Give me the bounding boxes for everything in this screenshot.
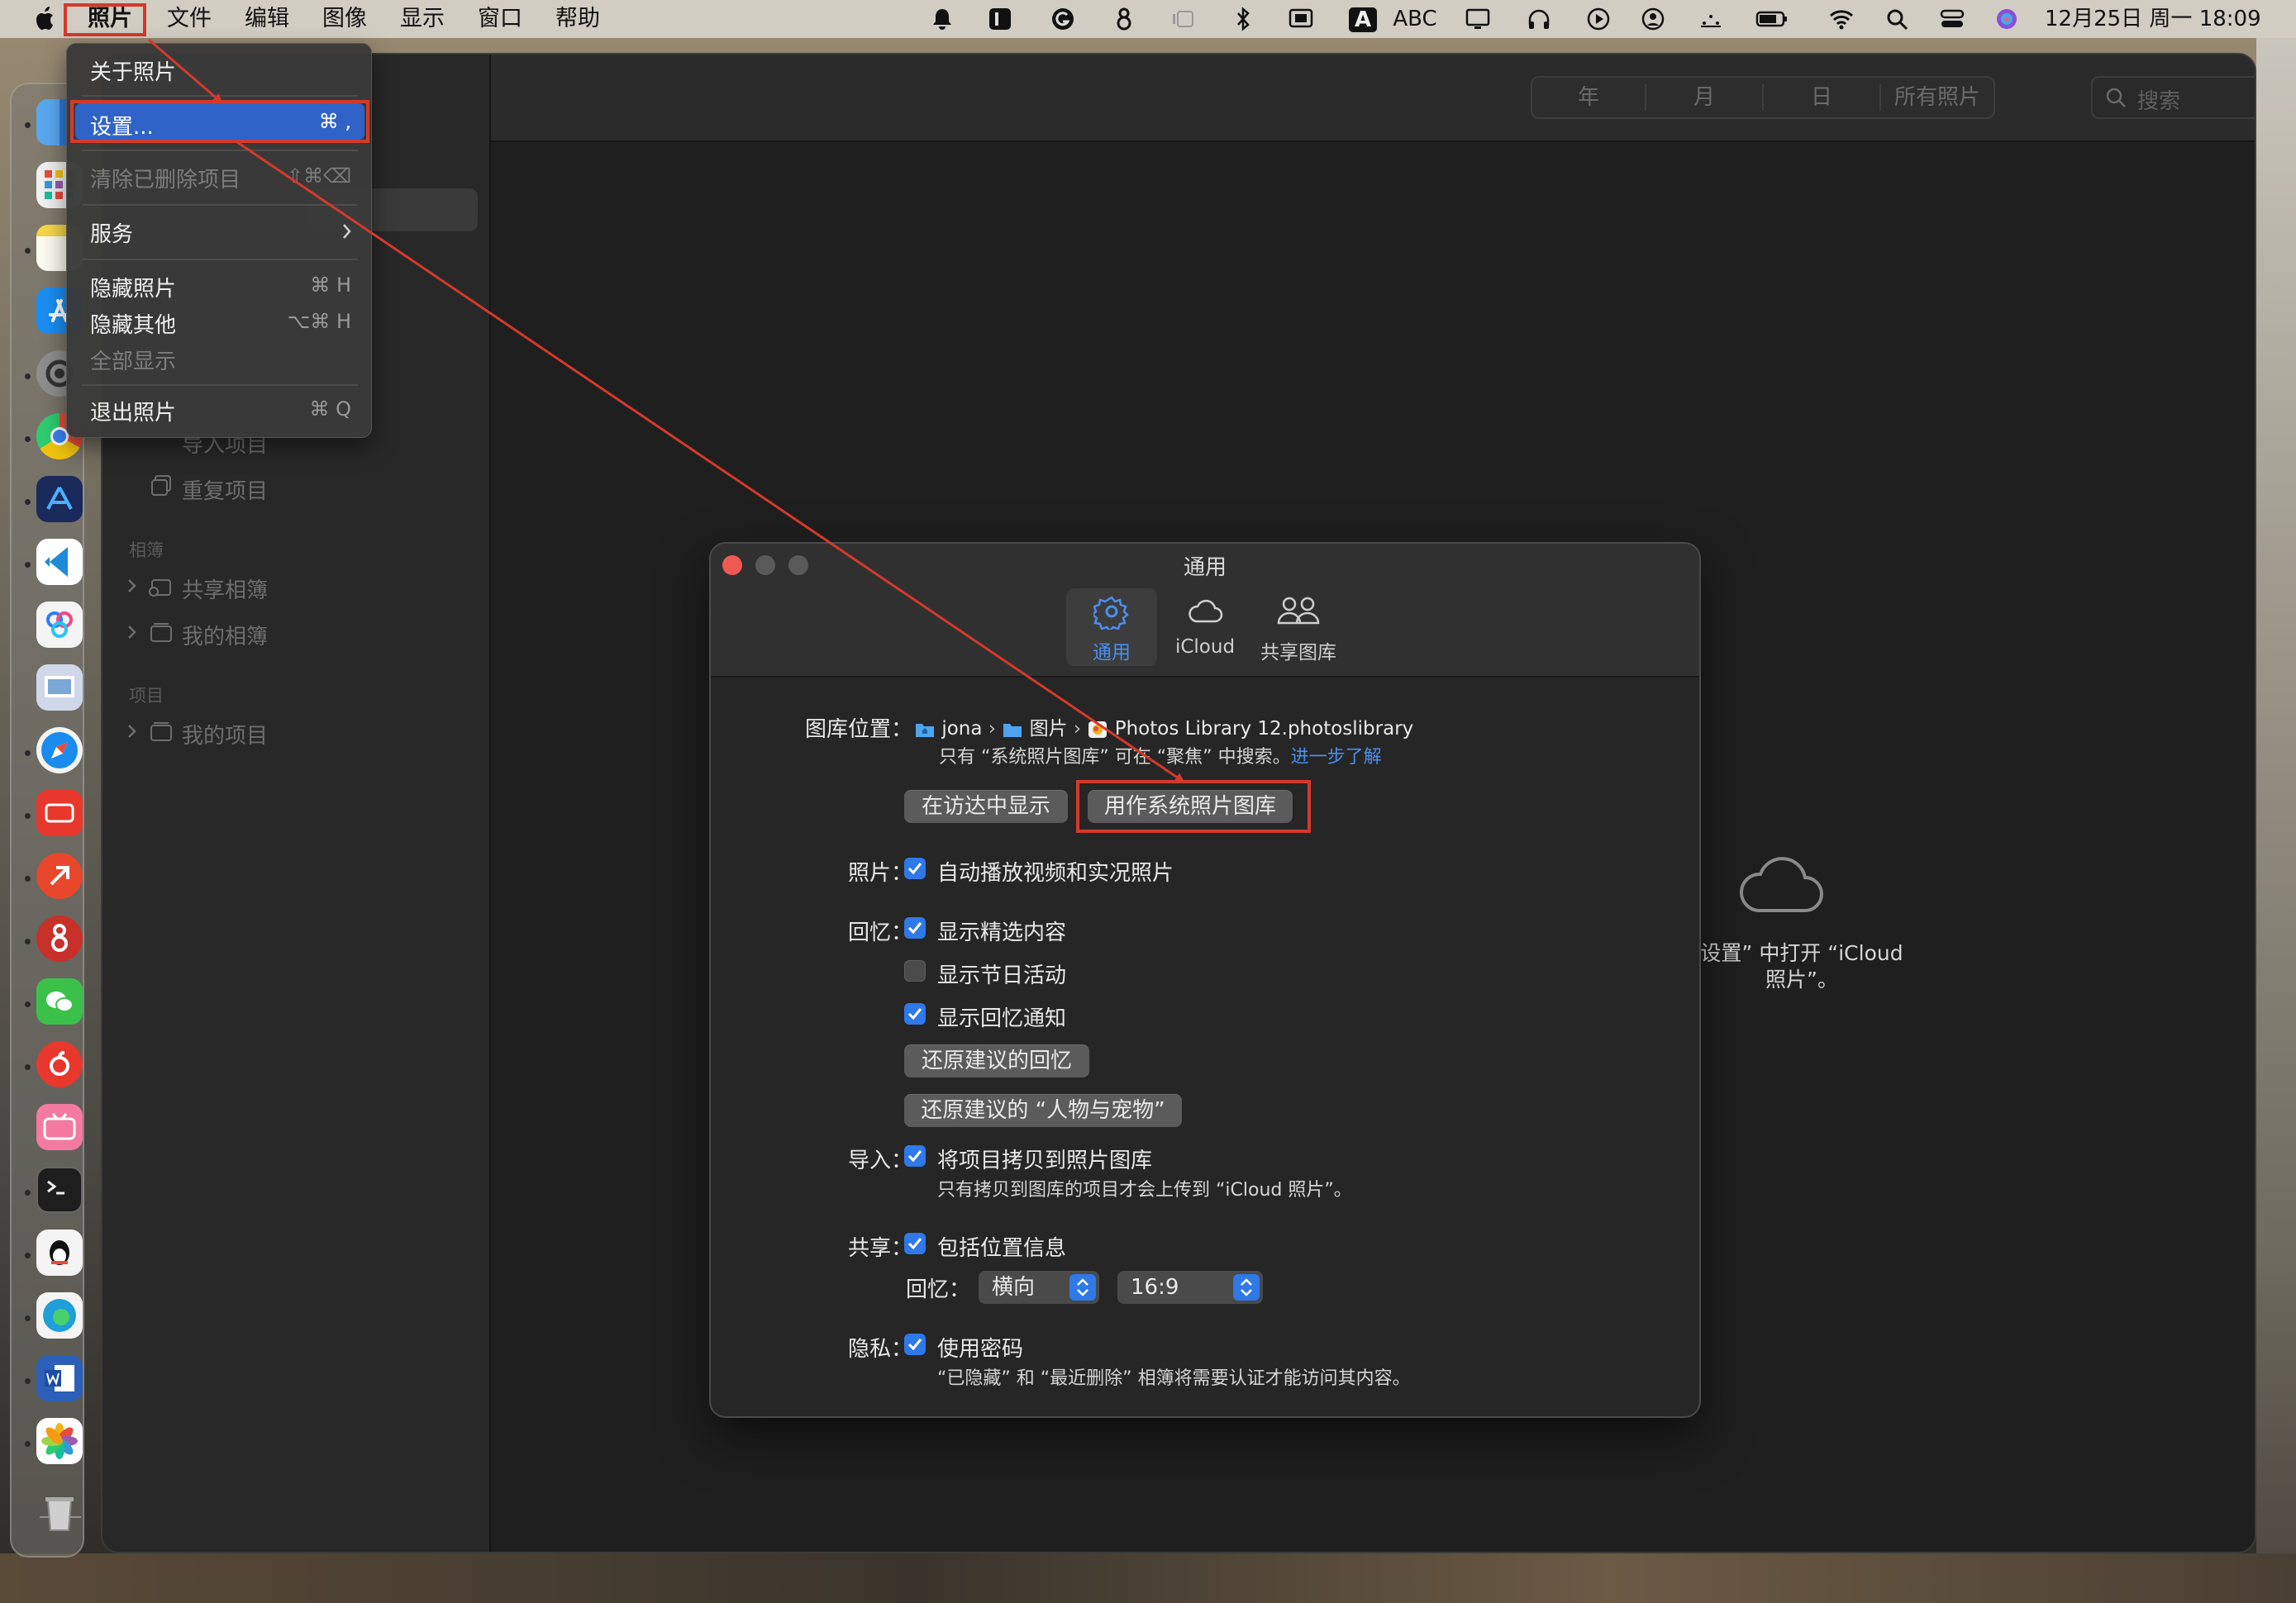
annotation-arrow-1 xyxy=(148,38,223,104)
annotation-arrow-2 xyxy=(234,139,1185,783)
annotation-arrows xyxy=(148,38,1185,783)
